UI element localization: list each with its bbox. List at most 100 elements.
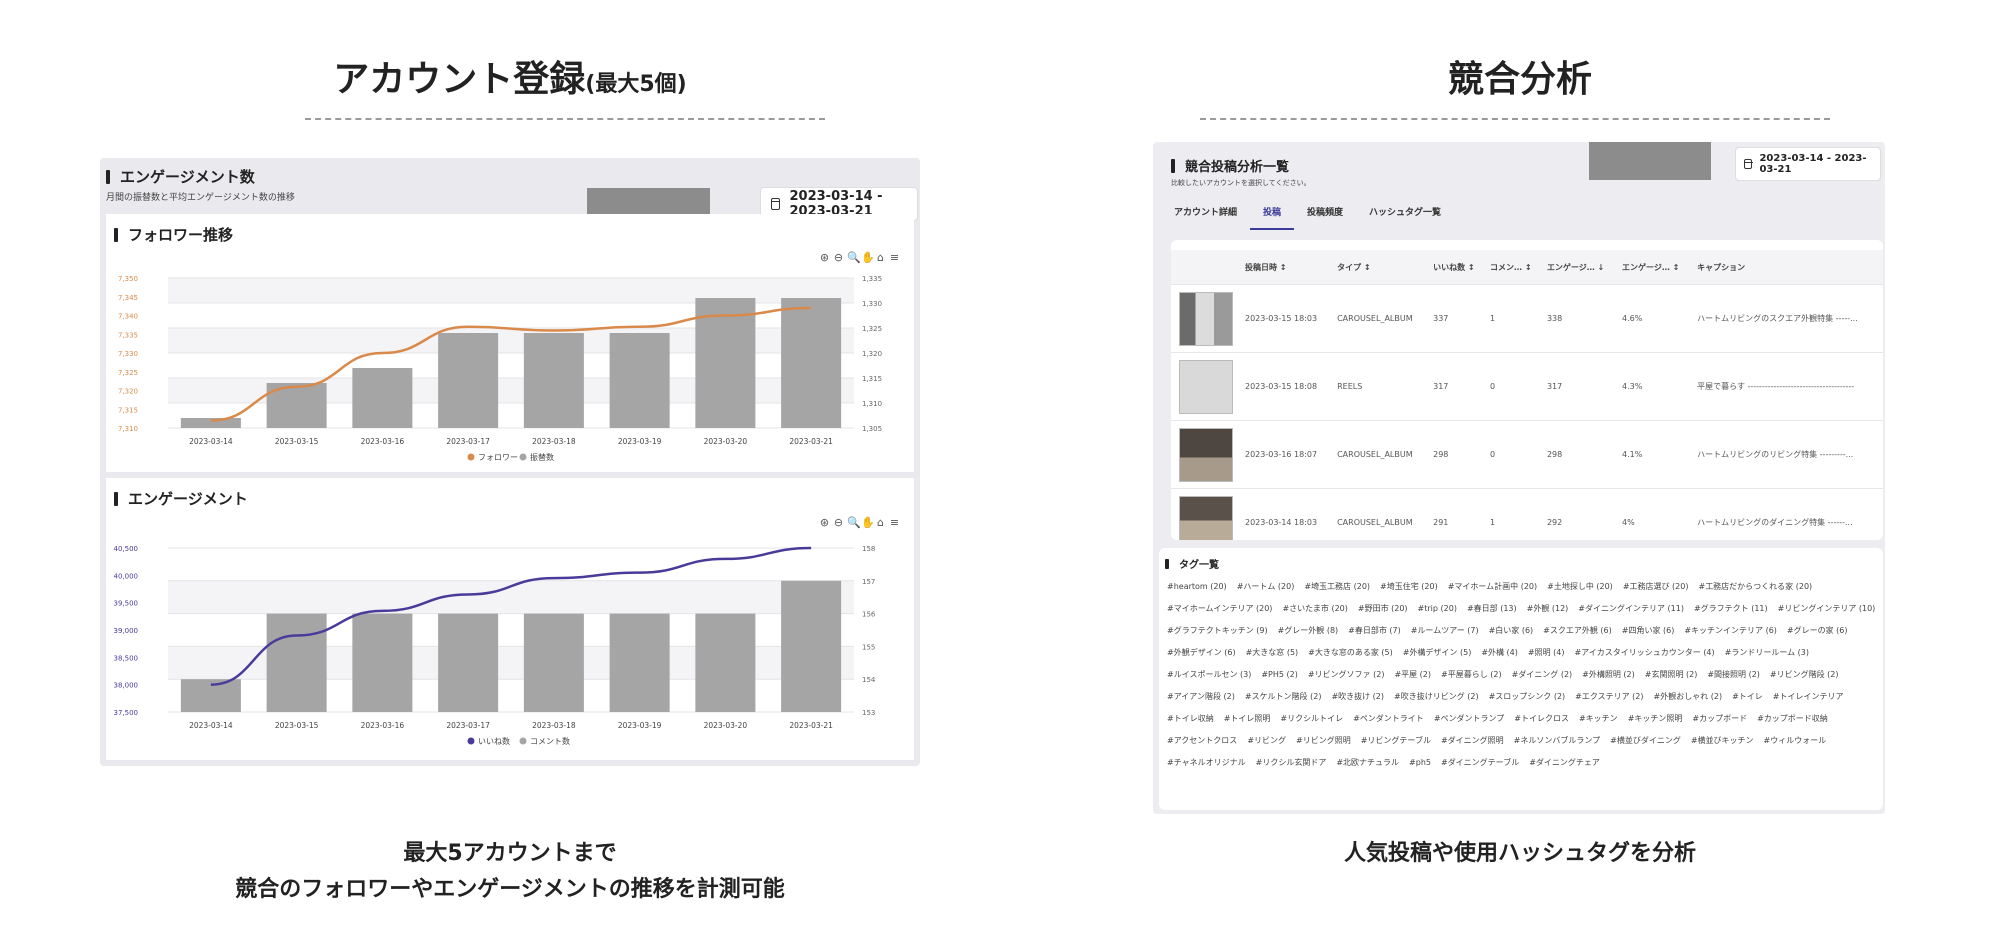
tab-account-detail[interactable]: アカウント詳細 — [1161, 202, 1250, 228]
hashtag-chip[interactable]: #キッチン — [1579, 708, 1618, 730]
hashtag-chip[interactable]: #ルームツアー (7) — [1411, 620, 1479, 642]
tab-hashtags[interactable]: ハッシュタグ一覧 — [1356, 202, 1454, 228]
table-row[interactable]: 2023-03-15 18:03 CAROUSEL_ALBUM 337 1 338 4.6… — [1171, 284, 1883, 353]
hashtag-chip[interactable]: #吹き抜け (2) — [1331, 686, 1384, 708]
post-thumbnail[interactable] — [1179, 495, 1233, 540]
tab-posts[interactable]: 投稿 — [1250, 202, 1295, 230]
hashtag-chip[interactable]: #外構デザイン (5) — [1403, 642, 1472, 664]
hashtag-chip[interactable]: #平屋 (2) — [1394, 664, 1431, 686]
hashtag-chip[interactable]: #大きな窓 (5) — [1246, 642, 1299, 664]
hashtag-chip[interactable]: #ウィルウォール — [1764, 730, 1827, 752]
table-header-cell[interactable]: エンゲージ… ↕ — [1614, 250, 1690, 285]
hashtag-chip[interactable]: #土地探し中 (20) — [1547, 576, 1613, 598]
hashtag-chip[interactable]: #アイアン階段 (2) — [1167, 686, 1235, 708]
hashtag-chip[interactable]: #ダイニングインテリア (11) — [1578, 598, 1684, 620]
hashtag-chip[interactable]: #横並びダイニング — [1610, 730, 1681, 752]
hashtag-chip[interactable]: #グラフテクト (11) — [1694, 598, 1768, 620]
hashtag-chip[interactable]: #外構照明 (2) — [1582, 664, 1635, 686]
hashtag-chip[interactable]: #ランドリールーム (3) — [1725, 642, 1809, 664]
hashtag-chip[interactable]: #春日部 (13) — [1467, 598, 1517, 620]
hashtag-chip[interactable]: #PH5 (2) — [1261, 664, 1298, 686]
hashtag-chip[interactable]: #カップボード収納 — [1757, 708, 1828, 730]
hashtag-chip[interactable]: #ネルソンバブルランプ — [1514, 730, 1600, 752]
hashtag-chip[interactable]: #玄関照明 (2) — [1645, 664, 1698, 686]
hashtag-chip[interactable]: #野田市 (20) — [1358, 598, 1408, 620]
hashtag-chip[interactable]: #ペンダントライト — [1353, 708, 1424, 730]
hashtag-chip[interactable]: #埼玉住宅 (20) — [1380, 576, 1438, 598]
hashtag-chip[interactable]: #トイレインテリア — [1773, 686, 1844, 708]
hashtag-chip[interactable]: #スクエア外観 (6) — [1543, 620, 1612, 642]
table-row[interactable]: 2023-03-14 18:03 CAROUSEL_ALBUM 291 1 292 4% ハ… — [1171, 488, 1883, 540]
hashtag-chip[interactable]: #ルイスポールセン (3) — [1167, 664, 1251, 686]
hashtag-chip[interactable]: #スケルトン階段 (2) — [1245, 686, 1322, 708]
table-header-cell[interactable]: コメン… ↕ — [1482, 250, 1539, 285]
hashtag-chip[interactable]: #リビングインテリア (10) — [1778, 598, 1876, 620]
hashtag-chip[interactable]: #リクシル玄関ドア — [1256, 752, 1327, 774]
hashtag-chip[interactable]: #外構 (4) — [1481, 642, 1518, 664]
post-thumbnail[interactable] — [1179, 291, 1233, 346]
hashtag-chip[interactable]: #ダイニング照明 — [1441, 730, 1504, 752]
hashtag-chip[interactable]: #外観おしゃれ (2) — [1654, 686, 1723, 708]
hashtag-chip[interactable]: #アクセントクロス — [1167, 730, 1237, 752]
hashtag-chip[interactable]: #カップボード — [1692, 708, 1747, 730]
hashtag-chip[interactable]: #リクシルトイレ — [1280, 708, 1343, 730]
hashtag-chip[interactable]: #ハートム (20) — [1237, 576, 1295, 598]
hashtag-chip[interactable]: #グラフテクトキッチン (9) — [1167, 620, 1268, 642]
hashtag-chip[interactable]: #ダイニングテーブル — [1441, 752, 1519, 774]
hashtag-chip[interactable]: #マイホームインテリア (20) — [1167, 598, 1272, 620]
hashtag-chip[interactable]: #ダイニングチェア — [1529, 752, 1600, 774]
table-header-cell[interactable]: いいね数 ↕ — [1425, 250, 1483, 285]
hashtag-chip[interactable]: #エクステリア (2) — [1575, 686, 1643, 708]
hashtag-chip[interactable]: #リビングテーブル — [1361, 730, 1431, 752]
tab-post-frequency[interactable]: 投稿頻度 — [1294, 202, 1356, 228]
hashtag-chip[interactable]: #trip (20) — [1418, 598, 1457, 620]
hashtag-chip[interactable]: #トイレ — [1732, 686, 1763, 708]
hashtag-chip[interactable]: #heartom (20) — [1167, 576, 1227, 598]
hashtag-chip[interactable]: #埼玉工務店 (20) — [1304, 576, 1370, 598]
hashtag-chip[interactable]: #リビングソファ (2) — [1308, 664, 1385, 686]
hashtag-chip[interactable]: #吹き抜けリビング (2) — [1394, 686, 1479, 708]
hashtag-chip[interactable]: #リビング階段 (2) — [1770, 664, 1839, 686]
hashtag-chip[interactable]: #工務店だからつくれる家 (20) — [1698, 576, 1812, 598]
hashtag-chip[interactable]: #ペンダントランプ — [1434, 708, 1504, 730]
date-range-picker[interactable]: 2023-03-14 - 2023-03-21 — [1735, 147, 1881, 181]
hashtag-chip[interactable]: #大きな窓のある家 (5) — [1308, 642, 1393, 664]
table-header-cell[interactable]: タイプ ↕ — [1329, 250, 1426, 285]
hashtag-chip[interactable]: #四角い家 (6) — [1622, 620, 1675, 642]
hashtag-chip[interactable]: #トイレクロス — [1514, 708, 1569, 730]
hashtag-chip[interactable]: #キッチン照明 — [1628, 708, 1683, 730]
post-thumbnail[interactable] — [1179, 359, 1233, 414]
post-thumbnail[interactable] — [1179, 427, 1233, 482]
hashtag-chip[interactable]: #外観 (12) — [1527, 598, 1569, 620]
hashtag-chip[interactable]: #北欧ナチュラル — [1336, 752, 1399, 774]
competitor-panel: 競合投稿分析一覧 比較したいアカウントを選択してください。 2023-03-14… — [1153, 142, 1885, 814]
table-header-cell[interactable]: エンゲージ… ↓ — [1538, 250, 1615, 285]
left-heading-divider — [305, 118, 825, 120]
hashtag-chip[interactable]: #アイカスタイリッシュカウンター (4) — [1574, 642, 1714, 664]
hashtag-chip[interactable]: #トイレ照明 — [1224, 708, 1271, 730]
hashtag-chip[interactable]: #グレーの家 (6) — [1787, 620, 1848, 642]
hashtag-chip[interactable]: #工務店選び (20) — [1623, 576, 1689, 598]
hashtag-chip[interactable]: #グレー外観 (8) — [1278, 620, 1339, 642]
hashtag-chip[interactable]: #平屋暮らし (2) — [1441, 664, 1502, 686]
hashtag-chip[interactable]: #スロップシンク (2) — [1489, 686, 1566, 708]
hashtag-chip[interactable]: #横並びキッチン — [1691, 730, 1754, 752]
hashtag-chip[interactable]: #照明 (4) — [1528, 642, 1565, 664]
hashtag-chip[interactable]: #リビング — [1247, 730, 1286, 752]
hashtag-chip[interactable]: #白い家 (6) — [1489, 620, 1534, 642]
table-row[interactable]: 2023-03-15 18:08 REELS 317 0 317 4.3% 平屋で暮らす -… — [1171, 352, 1883, 421]
hashtag-chip[interactable]: #間接照明 (2) — [1707, 664, 1760, 686]
hashtag-chip[interactable]: #外観デザイン (6) — [1167, 642, 1236, 664]
hashtag-chip[interactable]: #さいたま市 (20) — [1282, 598, 1347, 620]
table-header-cell[interactable]: 投稿日時 ↕ — [1237, 250, 1330, 285]
hashtag-chip[interactable]: #キッチンインテリア (6) — [1684, 620, 1777, 642]
table-row[interactable]: 2023-03-16 18:07 CAROUSEL_ALBUM 298 0 298 4.1… — [1171, 420, 1883, 489]
hashtag-chip[interactable]: #マイホーム計画中 (20) — [1448, 576, 1537, 598]
hashtag-chip[interactable]: #リビング照明 — [1296, 730, 1351, 752]
bar — [523, 613, 584, 712]
hashtag-chip[interactable]: #ダイニング (2) — [1512, 664, 1573, 686]
hashtag-chip[interactable]: #春日部市 (7) — [1348, 620, 1401, 642]
hashtag-chip[interactable]: #チャネルオリジナル — [1167, 752, 1246, 774]
hashtag-chip[interactable]: #トイレ収納 — [1167, 708, 1214, 730]
hashtag-chip[interactable]: #ph5 — [1409, 752, 1431, 774]
